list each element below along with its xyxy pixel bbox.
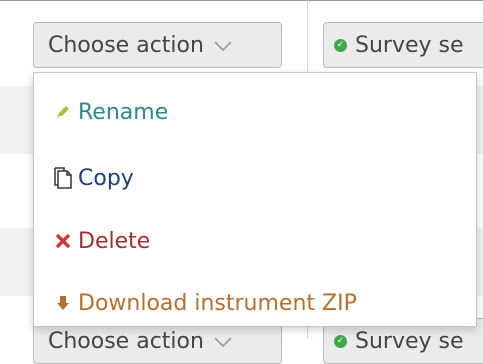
menu-item-copy[interactable]: Copy xyxy=(34,153,476,203)
survey-settings-label: Survey se xyxy=(355,328,464,354)
chevron-down-icon xyxy=(214,329,232,354)
pencil-icon xyxy=(54,105,72,119)
choose-action-label: Choose action xyxy=(48,328,204,354)
menu-item-download-instrument-zip[interactable]: Download instrument ZIP xyxy=(34,278,476,328)
top-border xyxy=(0,0,483,1)
survey-settings-button[interactable]: ✓ Survey se xyxy=(323,22,483,68)
menu-item-delete[interactable]: Delete xyxy=(34,216,476,266)
action-dropdown-menu: Rename Copy Delete Download instrument Z… xyxy=(33,72,477,327)
menu-item-label: Rename xyxy=(78,99,169,125)
check-icon: ✓ xyxy=(334,334,347,348)
menu-item-label: Download instrument ZIP xyxy=(78,290,357,316)
delete-x-icon xyxy=(54,234,72,248)
download-arrow-icon xyxy=(54,295,72,311)
survey-settings-label: Survey se xyxy=(355,32,464,58)
menu-item-label: Delete xyxy=(78,228,151,254)
menu-item-rename[interactable]: Rename xyxy=(34,87,476,137)
menu-item-label: Copy xyxy=(78,165,134,191)
chevron-down-icon xyxy=(214,33,232,58)
choose-action-button[interactable]: Choose action xyxy=(33,22,282,68)
check-icon: ✓ xyxy=(334,38,347,52)
copy-icon xyxy=(54,167,72,189)
choose-action-label: Choose action xyxy=(48,32,204,58)
